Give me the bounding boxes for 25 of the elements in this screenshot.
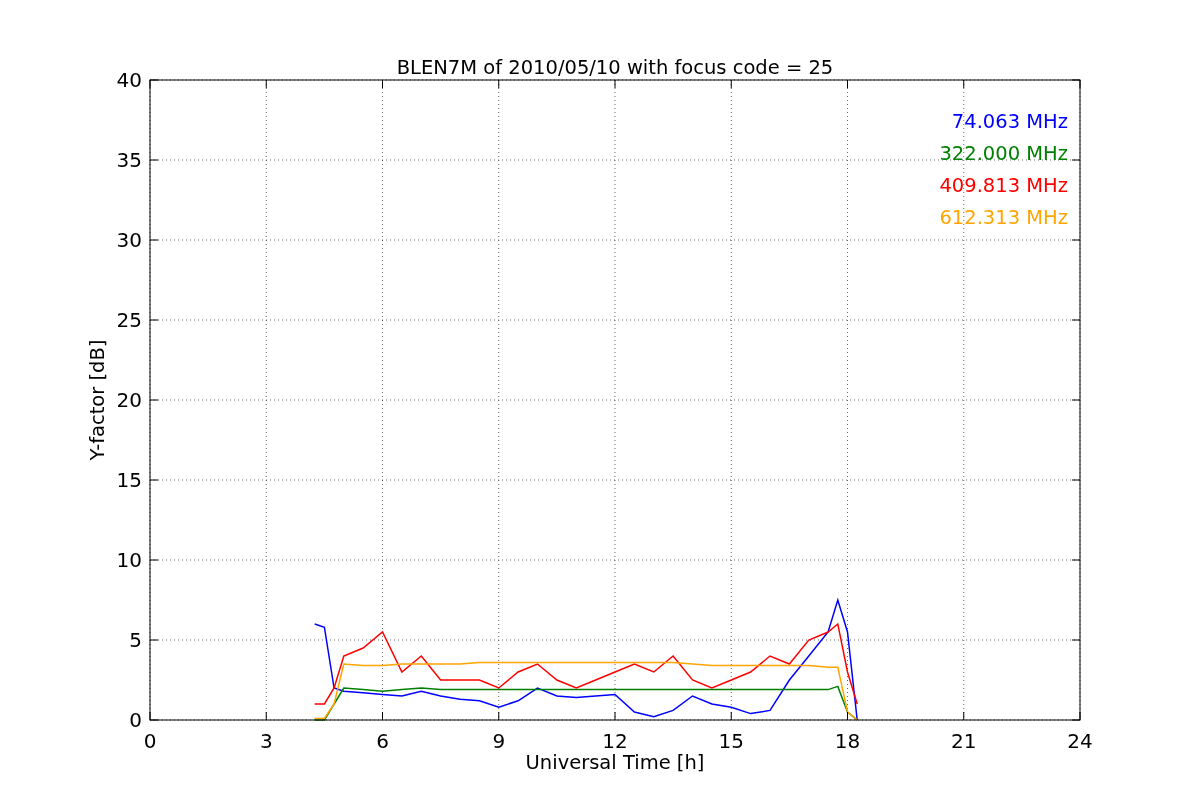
- x-tick-label: 6: [376, 729, 389, 753]
- x-axis-label: Universal Time [h]: [525, 751, 705, 774]
- x-tick-label: 18: [834, 729, 861, 753]
- y-tick-label: 35: [116, 148, 142, 172]
- x-tick-label: 12: [602, 729, 628, 753]
- x-tick-label: 3: [259, 729, 273, 753]
- y-tick-label: 5: [129, 628, 142, 652]
- y-tick-label: 25: [116, 308, 142, 332]
- x-tick-label: 9: [492, 729, 506, 753]
- chart-title: BLEN7M of 2010/05/10 with focus code = 25: [396, 56, 834, 79]
- y-axis-label: Y-factor [dB]: [86, 339, 109, 461]
- y-tick-label: 20: [116, 388, 142, 412]
- y-tick-label: 0: [129, 708, 142, 732]
- x-tick-label: 21: [951, 729, 977, 753]
- x-tick-label: 24: [1067, 729, 1093, 753]
- x-tick-label: 0: [143, 729, 157, 753]
- x-tick-label: 15: [718, 729, 744, 753]
- y-tick-label: 30: [116, 228, 142, 252]
- y-tick-label: 15: [116, 468, 142, 492]
- y-tick-label: 10: [116, 548, 142, 572]
- legend-label: 612.313 MHz: [939, 206, 1068, 229]
- legend-label: 322.000 MHz: [939, 142, 1068, 165]
- legend-label: 409.813 MHz: [939, 174, 1068, 197]
- legend-label: 74.063 MHz: [951, 110, 1068, 133]
- y-tick-label: 40: [116, 68, 142, 92]
